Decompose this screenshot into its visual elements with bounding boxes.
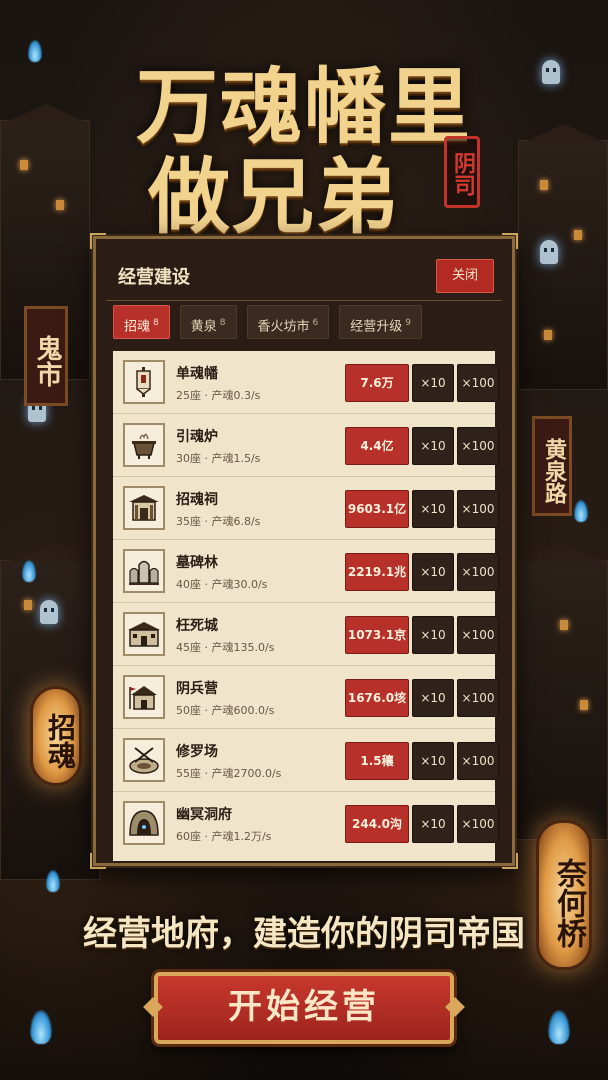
build-panel: 经营建设 关闭 招魂 8 黄泉 8 香火坊市 6 经营升级 9 单魂幡 25座 · 产魂… [90, 233, 518, 869]
tagline: 经营地府，建造你的阴司帝国 [83, 914, 525, 954]
lit-window [24, 600, 32, 610]
buy-x100-button[interactable]: ×100 [457, 364, 499, 402]
panel-corner-ornament [502, 853, 518, 869]
buy-x10-button[interactable]: ×10 [412, 679, 454, 717]
buy-x10-button[interactable]: ×10 [412, 364, 454, 402]
building-name: 幽冥洞府 [176, 807, 232, 823]
buy-x100-button[interactable]: ×100 [457, 427, 499, 465]
building-info: 35座 · 产魂6.8/s [176, 515, 261, 528]
buy-button[interactable]: 4.4亿 [345, 427, 409, 465]
buy-button[interactable]: 1073.1京 [345, 616, 409, 654]
building-info: 55座 · 产魂2700.0/s [176, 767, 282, 780]
buy-button[interactable]: 9603.1亿 [345, 490, 409, 528]
spirit-flame-icon [30, 1010, 52, 1044]
tab-soul-calling[interactable]: 招魂 8 [113, 305, 170, 339]
buy-x100-button[interactable]: ×100 [457, 805, 499, 843]
buy-button[interactable]: 244.0沟 [345, 805, 409, 843]
building-info: 50座 · 产魂600.0/s [176, 704, 275, 717]
spirit-flame-icon [46, 870, 60, 892]
building-row: 幽冥洞府 60座 · 产魂1.2万/s 244.0沟 ×10 ×100 [113, 792, 499, 855]
building-name: 招魂祠 [176, 492, 218, 508]
background-roof [8, 544, 104, 562]
buy-x100-button[interactable]: ×100 [457, 490, 499, 528]
cauldron-icon [123, 423, 165, 467]
panel-corner-ornament [90, 233, 106, 249]
building-name: 引魂炉 [176, 429, 218, 445]
building-info: 40座 · 产魂30.0/s [176, 578, 268, 591]
building-row: 招魂祠 35座 · 产魂6.8/s 9603.1亿 ×10 ×100 [113, 477, 499, 540]
tab-count: 9 [405, 318, 411, 328]
barracks-icon [123, 675, 165, 719]
panel-header: 经营建设 关闭 [106, 249, 502, 301]
building-name: 修罗场 [176, 744, 218, 760]
tab-incense-market[interactable]: 香火坊市 6 [246, 305, 330, 339]
tab-count: 6 [312, 318, 319, 328]
title-seal: 阴司 [444, 136, 480, 208]
buy-x100-button[interactable]: ×100 [457, 553, 499, 591]
building-name: 墓碑林 [176, 555, 218, 571]
soul-calling-lantern: 招魂 [30, 686, 82, 786]
buy-button[interactable]: 1676.0垓 [345, 679, 409, 717]
lit-window [580, 700, 588, 710]
tab-label: 黄泉 [190, 319, 217, 335]
cave-icon [123, 801, 165, 845]
lit-window [560, 620, 568, 630]
building-row: 枉死城 45座 · 产魂135.0/s 1073.1京 ×10 ×100 [113, 603, 499, 666]
banner-icon [123, 360, 165, 404]
building-info: 25座 · 产魂0.3/s [176, 389, 261, 402]
building-row: 墓碑林 40座 · 产魂30.0/s 2219.1兆 ×10 ×100 [113, 540, 499, 603]
building-name: 阴兵营 [176, 681, 218, 697]
background-building [510, 560, 608, 840]
building-row: 阴兵营 50座 · 产魂600.0/s 1676.0垓 ×10 ×100 [113, 666, 499, 729]
ghost-icon [40, 600, 58, 624]
game-title-line-2: 做兄弟 [147, 149, 400, 245]
panel-title: 经营建设 [118, 267, 190, 288]
shrine-icon [123, 486, 165, 530]
buy-x100-button[interactable]: ×100 [457, 742, 499, 780]
tab-count: 8 [219, 318, 226, 328]
tab-label: 经营升级 [350, 319, 403, 335]
buy-x10-button[interactable]: ×10 [412, 805, 454, 843]
buy-x10-button[interactable]: ×10 [412, 553, 454, 591]
building-row: 单魂幡 25座 · 产魂0.3/s 7.6万 ×10 ×100 [113, 351, 499, 414]
buy-x100-button[interactable]: ×100 [457, 616, 499, 654]
tab-yellow-spring[interactable]: 黄泉 8 [179, 305, 237, 339]
buy-x10-button[interactable]: ×10 [412, 616, 454, 654]
buy-x100-button[interactable]: ×100 [457, 679, 499, 717]
tab-business-upgrade[interactable]: 经营升级 9 [339, 305, 422, 339]
building-name: 枉死城 [176, 618, 218, 634]
panel-corner-ornament [502, 233, 518, 249]
background-roof [514, 544, 606, 562]
arena-icon [123, 738, 165, 782]
category-tabs: 招魂 8 黄泉 8 香火坊市 6 经营升级 9 [113, 305, 422, 339]
building-info: 30座 · 产魂1.5/s [176, 452, 261, 465]
spirit-flame-icon [574, 500, 588, 522]
spirit-flame-icon [548, 1010, 570, 1044]
buy-x10-button[interactable]: ×10 [412, 742, 454, 780]
buy-x10-button[interactable]: ×10 [412, 490, 454, 528]
spirit-flame-icon [22, 560, 36, 582]
yellow-spring-road-sign: 黄泉路 [532, 416, 572, 516]
tombstone-icon [123, 549, 165, 593]
buy-button[interactable]: 7.6万 [345, 364, 409, 402]
building-list: 单魂幡 25座 · 产魂0.3/s 7.6万 ×10 ×100 引魂炉 30座 … [113, 351, 499, 861]
building-row: 修罗场 55座 · 产魂2700.0/s 1.5穰 ×10 ×100 [113, 729, 499, 792]
tab-label: 香火坊市 [257, 319, 310, 335]
lit-window [544, 330, 552, 340]
tab-label: 招魂 [124, 319, 151, 335]
building-info: 45座 · 产魂135.0/s [176, 641, 275, 654]
start-button[interactable]: 开始经营 [154, 972, 454, 1044]
building-info: 60座 · 产魂1.2万/s [176, 830, 272, 843]
buy-x10-button[interactable]: ×10 [412, 427, 454, 465]
buy-button[interactable]: 1.5穰 [345, 742, 409, 780]
panel-corner-ornament [90, 853, 106, 869]
ghost-market-sign: 鬼市 [24, 306, 68, 406]
city-icon [123, 612, 165, 656]
building-name: 单魂幡 [176, 366, 218, 382]
tab-count: 8 [153, 318, 159, 328]
building-row: 引魂炉 30座 · 产魂1.5/s 4.4亿 ×10 ×100 [113, 414, 499, 477]
buy-button[interactable]: 2219.1兆 [345, 553, 409, 591]
close-button[interactable]: 关闭 [436, 259, 494, 293]
